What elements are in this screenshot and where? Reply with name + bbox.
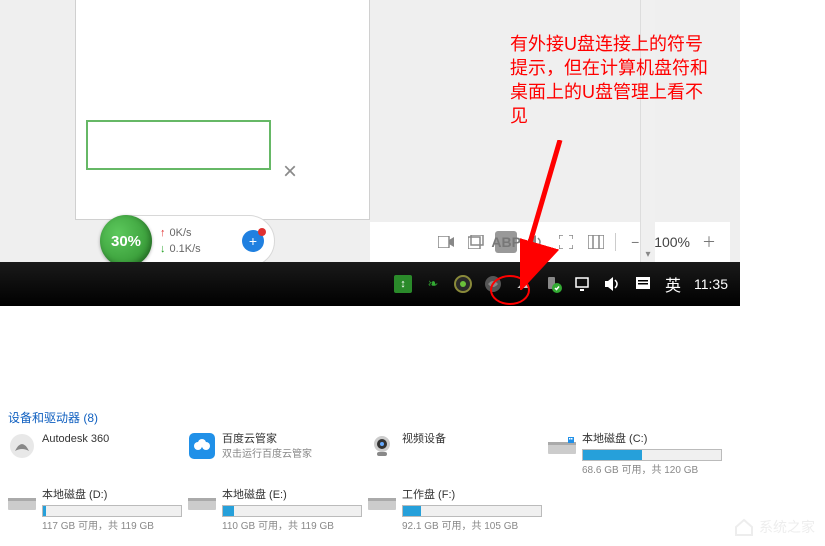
watermark: 系统之家 [733, 517, 815, 537]
zoom-in-button[interactable]: ＋ [698, 231, 720, 253]
autodesk-icon [8, 432, 36, 460]
close-icon[interactable]: × [283, 158, 297, 186]
disk-free-text: 68.6 GB 可用，共 120 GB [582, 463, 722, 478]
disk-icon [188, 488, 216, 516]
device-label: 本地磁盘 (C:) [582, 432, 722, 447]
columns-icon[interactable] [585, 231, 607, 253]
disk-usage-bar [402, 505, 542, 517]
clock[interactable]: 11:35 [694, 276, 728, 292]
device-label: 百度云管家 [222, 432, 312, 447]
scroll-down-icon[interactable]: ▾ [641, 246, 655, 262]
usb-tray-icon[interactable]: ↕ [394, 275, 412, 293]
download-arrow-icon: ↓ [160, 243, 166, 255]
device-label: 本地磁盘 (D:) [42, 488, 182, 503]
fullscreen-icon[interactable] [555, 231, 577, 253]
ime-indicator[interactable]: 英 [664, 275, 682, 293]
network-icon[interactable] [574, 275, 592, 293]
abp-icon[interactable]: ABP [495, 231, 517, 253]
zoom-level: 100% [654, 234, 690, 250]
baidu-cloud-icon [188, 432, 216, 460]
device-label: Autodesk 360 [42, 432, 109, 447]
security-360-icon[interactable] [454, 275, 472, 293]
devices-header[interactable]: 设备和驱动器 (8) [0, 405, 825, 430]
device-sublabel: 双击运行百度云管家 [222, 447, 312, 462]
device-disk-d[interactable]: 本地磁盘 (D:) 117 GB 可用，共 119 GB [8, 488, 188, 534]
taskbar: ↕ ❧ ☁ 英 11:35 [0, 262, 740, 306]
upload-speed: 0K/s [170, 227, 192, 239]
content-box [86, 120, 271, 170]
usage-percent-circle: 30% [100, 215, 152, 267]
browser-toolbar: ABP − 100% ＋ [370, 222, 730, 262]
disk-usage-bar [42, 505, 182, 517]
webcam-icon [368, 432, 396, 460]
volume-icon[interactable] [525, 231, 547, 253]
disk-usage-bar [222, 505, 362, 517]
download-speed: 0.1K/s [170, 243, 201, 255]
explorer-panel: 设备和驱动器 (8) Autodesk 360 百度云管家双击运行百度云管家 视… [0, 405, 825, 545]
device-autodesk[interactable]: Autodesk 360 [8, 432, 188, 478]
speed-widget[interactable]: 30% ↑ 0K/s ↓ 0.1K/s + [100, 215, 275, 267]
speaker-icon[interactable] [604, 275, 622, 293]
device-label: 工作盘 (F:) [402, 488, 542, 503]
eject-device-icon[interactable] [544, 275, 562, 293]
device-disk-f[interactable]: 工作盘 (F:) 92.1 GB 可用，共 105 GB [368, 488, 548, 534]
devices-grid: Autodesk 360 百度云管家双击运行百度云管家 视频设备 本地磁盘 (C… [0, 430, 825, 546]
annotation-text: 有外接U盘连接上的符号提示，但在计算机盘符和桌面上的U盘管理上看不见 [510, 32, 710, 128]
disk-icon [8, 488, 36, 516]
device-baidu[interactable]: 百度云管家双击运行百度云管家 [188, 432, 368, 478]
cloud-icon[interactable]: ☁ [514, 275, 532, 293]
separator [615, 233, 616, 251]
device-label: 视频设备 [402, 432, 446, 447]
disk-free-text: 110 GB 可用，共 119 GB [222, 519, 362, 534]
gallery-icon[interactable] [465, 231, 487, 253]
browser-icon[interactable] [484, 275, 502, 293]
leaf-icon[interactable]: ❧ [424, 275, 442, 293]
speed-stats: ↑ 0K/s ↓ 0.1K/s [160, 225, 201, 257]
disk-free-text: 117 GB 可用，共 119 GB [42, 519, 182, 534]
device-label: 本地磁盘 (E:) [222, 488, 362, 503]
app-window: × [75, 0, 370, 220]
disk-icon [548, 432, 576, 460]
disk-icon [368, 488, 396, 516]
device-disk-e[interactable]: 本地磁盘 (E:) 110 GB 可用，共 119 GB [188, 488, 368, 534]
system-tray: ↕ ❧ ☁ 英 11:35 [394, 275, 728, 293]
upload-arrow-icon: ↑ [160, 227, 166, 239]
disk-free-text: 92.1 GB 可用，共 105 GB [402, 519, 542, 534]
house-icon [733, 517, 755, 537]
add-button[interactable]: + [242, 230, 264, 252]
device-disk-c[interactable]: 本地磁盘 (C:) 68.6 GB 可用，共 120 GB [548, 432, 728, 478]
device-video[interactable]: 视频设备 [368, 432, 548, 478]
disk-usage-bar [582, 449, 722, 461]
notification-icon[interactable] [634, 275, 652, 293]
video-icon[interactable] [435, 231, 457, 253]
